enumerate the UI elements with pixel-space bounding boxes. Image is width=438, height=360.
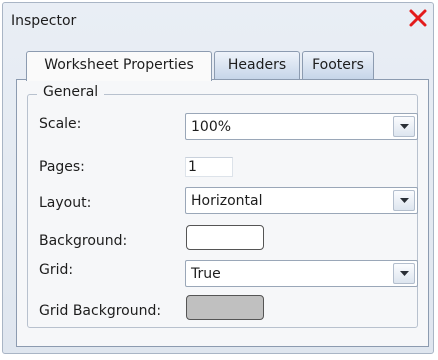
close-icon[interactable] (407, 7, 429, 29)
chevron-down-icon (400, 124, 409, 129)
chevron-down-icon (400, 198, 409, 203)
scale-label: Scale: (39, 116, 82, 132)
chevron-down-icon (400, 271, 409, 276)
grid-value: True (191, 266, 221, 282)
pages-label: Pages: (39, 159, 85, 175)
window-title: Inspector (11, 13, 77, 29)
layout-value: Horizontal (191, 193, 263, 209)
general-group-label: General (37, 84, 105, 100)
layout-dropdown[interactable]: Horizontal (185, 187, 418, 214)
background-color-swatch[interactable] (186, 225, 264, 250)
inspector-window: Inspector Worksheet Properties Headers F… (2, 2, 434, 354)
grid-dropdown[interactable]: True (185, 260, 418, 287)
grid-background-label: Grid Background: (39, 303, 162, 319)
grid-background-color-swatch[interactable] (186, 295, 264, 320)
tab-footers[interactable]: Footers (302, 51, 374, 79)
scale-dropdown-button[interactable] (393, 116, 415, 137)
layout-dropdown-button[interactable] (393, 190, 415, 211)
grid-dropdown-button[interactable] (393, 263, 415, 284)
background-label: Background: (39, 233, 128, 249)
scale-dropdown[interactable]: 100% (185, 113, 418, 140)
tab-headers[interactable]: Headers (214, 51, 300, 79)
pages-input[interactable]: 1 (185, 157, 233, 177)
tab-worksheet-properties[interactable]: Worksheet Properties (26, 51, 212, 81)
grid-label: Grid: (39, 262, 74, 278)
tab-panel: General Scale: 100% Pages: 1 Layout: Hor… (16, 79, 429, 347)
scale-value: 100% (191, 119, 232, 135)
layout-label: Layout: (39, 195, 92, 211)
